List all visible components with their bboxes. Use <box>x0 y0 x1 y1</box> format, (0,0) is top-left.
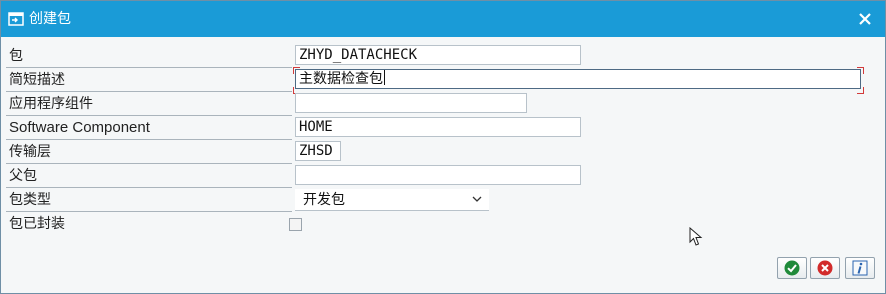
close-icon <box>859 13 871 25</box>
text-caret <box>384 70 385 85</box>
row-parent-package: 父包 <box>1 164 885 188</box>
row-transport-layer: 传输层 ZHSD <box>1 140 885 164</box>
check-icon <box>784 260 800 276</box>
row-software-component: Software Component HOME <box>1 116 885 140</box>
new-entry-icon <box>8 12 24 26</box>
application-component-field[interactable] <box>295 93 527 113</box>
cancel-icon <box>817 260 833 276</box>
package-type-select[interactable]: 开发包 <box>295 189 489 211</box>
dialog-titlebar: 创建包 <box>1 1 885 37</box>
short-description-field[interactable]: 主数据检查包 <box>295 69 861 89</box>
package-encapsulated-checkbox[interactable] <box>289 218 302 231</box>
package-type-label: 包类型 <box>9 192 51 208</box>
short-description-value: 主数据检查包 <box>299 71 383 87</box>
close-button[interactable] <box>855 9 875 29</box>
application-component-label: 应用程序组件 <box>9 96 93 112</box>
row-short-description: 简短描述 主数据检查包 <box>1 67 885 94</box>
required-marker <box>857 67 864 74</box>
mouse-pointer-icon <box>689 227 703 246</box>
parent-package-field[interactable] <box>295 165 581 185</box>
dialog-content: 包 ZHYD_DATACHECK 简短描述 主数据检查包 应用程序组件 Soft… <box>1 37 885 293</box>
row-application-component: 应用程序组件 <box>1 92 885 116</box>
row-package-type: 包类型 开发包 <box>1 188 885 212</box>
software-component-field[interactable]: HOME <box>295 117 581 137</box>
parent-package-label: 父包 <box>9 168 37 184</box>
row-package: 包 ZHYD_DATACHECK <box>1 44 885 68</box>
info-icon <box>852 260 868 276</box>
row-package-encapsulated: 包已封装 <box>1 212 885 236</box>
cancel-button[interactable] <box>810 257 840 279</box>
dialog-title: 创建包 <box>29 11 71 27</box>
software-component-label: Software Component <box>9 119 150 136</box>
package-encapsulated-label: 包已封装 <box>9 216 65 232</box>
continue-button[interactable] <box>777 257 807 279</box>
package-label: 包 <box>9 48 23 64</box>
required-marker <box>293 67 300 74</box>
info-button[interactable] <box>845 257 875 279</box>
package-type-value: 开发包 <box>303 192 345 208</box>
short-description-label: 简短描述 <box>9 72 65 88</box>
create-package-dialog: 创建包 包 ZHYD_DATACHECK 简短描述 主数据检查包 应用程序组件 … <box>0 0 886 294</box>
chevron-down-icon <box>472 196 482 202</box>
transport-layer-label: 传输层 <box>9 144 51 160</box>
package-field[interactable]: ZHYD_DATACHECK <box>295 45 581 65</box>
transport-layer-field[interactable]: ZHSD <box>295 141 341 161</box>
